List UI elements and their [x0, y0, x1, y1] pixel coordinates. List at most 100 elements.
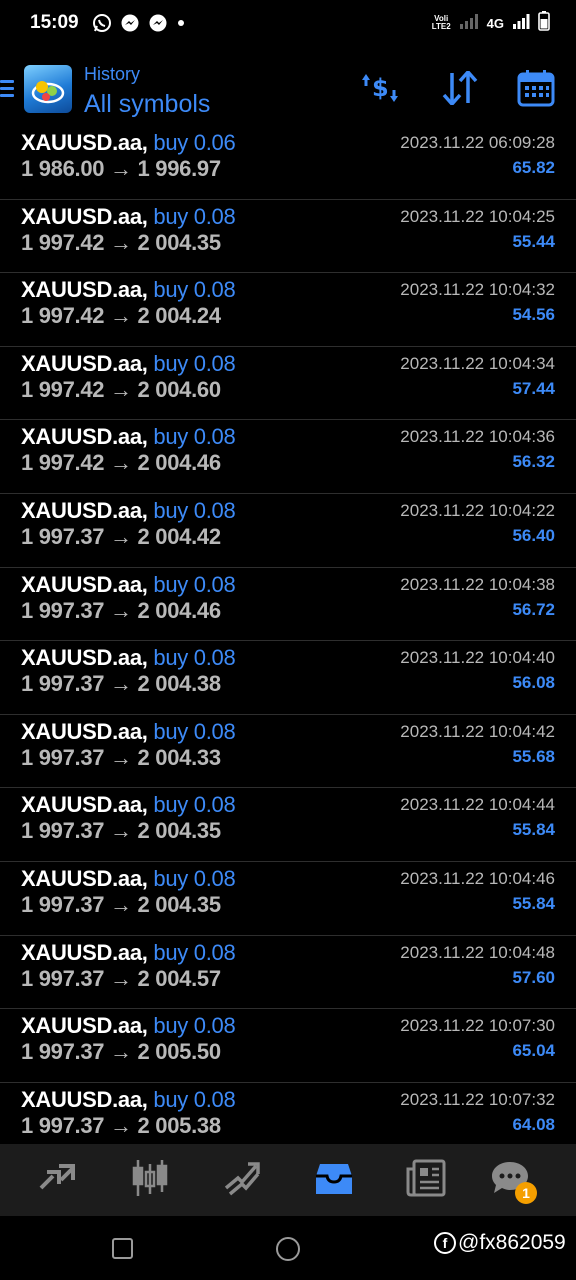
trade-row[interactable]: XAUUSD.aa, buy 0.08 1 997.37 → 2 004.33 20…: [0, 715, 576, 789]
chart-icon: [130, 1158, 170, 1203]
trade-profit: 55.84: [512, 820, 555, 840]
trade-row[interactable]: XAUUSD.aa, buy 0.08 1 997.37 → 2 004.57 20…: [0, 936, 576, 1010]
calendar-button[interactable]: [516, 69, 556, 110]
trade-side: buy 0.08: [153, 792, 236, 818]
trade-prices: 1 997.37 → 2 004.57: [21, 965, 221, 991]
trade-time: 2023.11.22 10:04:32: [400, 280, 555, 300]
trade-prices: 1 997.37 → 2 004.33: [21, 744, 221, 770]
trade-time: 2023.11.22 10:04:36: [400, 427, 555, 447]
trade-symbol: XAUUSD.aa, buy 0.08: [21, 792, 236, 818]
messenger-icon: [148, 13, 168, 33]
trade-row[interactable]: XAUUSD.aa, buy 0.08 1 997.37 → 2 004.35 20…: [0, 788, 576, 862]
trade-profit: 56.72: [512, 599, 555, 619]
trade-time: 2023.11.22 10:04:34: [400, 353, 555, 373]
symbol-name: XAUUSD.aa,: [21, 1086, 148, 1112]
trade-prices: 1 997.37 → 2 005.50: [21, 1039, 221, 1065]
symbol-name: XAUUSD.aa,: [21, 645, 148, 671]
trade-side: buy 0.08: [153, 1013, 236, 1039]
bottom-nav: 1: [0, 1144, 576, 1216]
symbol-name: XAUUSD.aa,: [21, 498, 148, 523]
trade-row[interactable]: XAUUSD.aa, buy 0.08 1 997.37 → 2 005.50 20…: [0, 1009, 576, 1083]
trade-side: buy 0.08: [153, 866, 236, 891]
nav-history[interactable]: [311, 1158, 357, 1202]
trade-prices: 1 997.37 → 2 004.35: [21, 892, 221, 917]
trade-symbol: XAUUSD.aa, buy 0.06: [21, 130, 236, 156]
symbol-name: XAUUSD.aa,: [21, 939, 148, 965]
battery-icon: [538, 10, 550, 36]
network-label: 4G: [486, 15, 504, 31]
trade-row[interactable]: XAUUSD.aa, buy 0.08 1 997.37 → 2 005.38 20…: [0, 1083, 576, 1144]
app-logo: [24, 65, 72, 113]
trade-time: 2023.11.22 10:04:25: [400, 206, 555, 226]
nav-trade[interactable]: [219, 1158, 265, 1202]
messenger-icon: [120, 13, 140, 33]
trade-row[interactable]: XAUUSD.aa, buy 0.08 1 997.42 → 2 004.46 20…: [0, 420, 576, 494]
trade-time: 2023.11.22 10:04:46: [400, 869, 555, 888]
trade-row[interactable]: XAUUSD.aa, buy 0.08 1 997.37 → 2 004.42 20…: [0, 494, 576, 568]
dot-icon: [176, 18, 186, 28]
watermark-handle: @fx862059: [458, 1231, 566, 1254]
trade-symbol: XAUUSD.aa, buy 0.08: [21, 203, 236, 230]
history-icon: [314, 1160, 354, 1201]
trade-profit: 54.56: [512, 305, 555, 325]
trade-side: buy 0.08: [153, 939, 236, 965]
trade-symbol: XAUUSD.aa, buy 0.08: [21, 1013, 236, 1039]
trade-symbol: XAUUSD.aa, buy 0.08: [21, 718, 236, 745]
recent-apps-button[interactable]: [112, 1238, 133, 1259]
trade-profit: 56.32: [512, 452, 555, 472]
symbol-name: XAUUSD.aa,: [21, 792, 148, 818]
trade-symbol: XAUUSD.aa, buy 0.08: [21, 1086, 236, 1113]
symbol-name: XAUUSD.aa,: [21, 350, 148, 376]
trade-time: 2023.11.22 10:04:48: [400, 942, 555, 962]
trade-row[interactable]: XAUUSD.aa, buy 0.06 1 986.00 → 1 996.97 20…: [0, 126, 576, 200]
trade-row[interactable]: XAUUSD.aa, buy 0.08 1 997.37 → 2 004.35 20…: [0, 862, 576, 936]
trade-side: buy 0.08: [153, 718, 236, 744]
trade-profit: 65.04: [512, 1041, 555, 1061]
trade-row[interactable]: XAUUSD.aa, buy 0.08 1 997.42 → 2 004.35 20…: [0, 200, 576, 274]
volte-label: Voli LTE2: [431, 14, 451, 31]
currency-swap-icon: $: [360, 70, 400, 111]
trade-prices: 1 997.37 → 2 004.46: [21, 597, 221, 623]
page-subtitle: History: [84, 64, 141, 84]
trade-symbol: XAUUSD.aa, buy 0.08: [21, 350, 236, 377]
trade-side: buy 0.08: [153, 1086, 236, 1112]
status-bar: 15:09 Voli LTE2 4G: [0, 0, 576, 48]
trade-time: 2023.11.22 10:04:40: [400, 648, 555, 668]
sort-button[interactable]: [440, 68, 480, 110]
watermark: f @fx862059: [434, 1231, 566, 1255]
menu-icon[interactable]: [0, 80, 14, 98]
nav-chart[interactable]: [127, 1158, 173, 1202]
trade-side: buy 0.08: [153, 645, 236, 671]
home-button[interactable]: [276, 1237, 300, 1261]
trade-time: 2023.11.22 10:04:22: [400, 501, 555, 520]
trade-profit: 65.82: [512, 158, 555, 177]
page-title[interactable]: All symbols: [84, 90, 210, 119]
trade-time: 2023.11.22 10:04:44: [400, 795, 555, 815]
news-icon: [406, 1159, 446, 1202]
trade-prices: 1 997.42 → 2 004.46: [21, 450, 221, 476]
trade-time: 2023.11.22 10:07:30: [400, 1016, 555, 1036]
trade-profit: 64.08: [512, 1114, 555, 1134]
trade-row[interactable]: XAUUSD.aa, buy 0.08 1 997.37 → 2 004.38 20…: [0, 641, 576, 715]
trade-profit: 57.60: [512, 967, 555, 987]
currency-swap-button[interactable]: $: [360, 70, 400, 110]
symbol-name: XAUUSD.aa,: [21, 571, 148, 597]
trade-row[interactable]: XAUUSD.aa, buy 0.08 1 997.37 → 2 004.46 20…: [0, 568, 576, 642]
trade-row[interactable]: XAUUSD.aa, buy 0.08 1 997.42 → 2 004.60 20…: [0, 347, 576, 421]
nav-chat[interactable]: 1: [487, 1158, 537, 1204]
symbol-name: XAUUSD.aa,: [21, 130, 148, 155]
trade-prices: 1 986.00 → 1 996.97: [21, 156, 221, 181]
notification-icons: [92, 12, 186, 34]
quotes-icon: [37, 1158, 77, 1203]
nav-news[interactable]: [403, 1158, 449, 1202]
trade-row[interactable]: XAUUSD.aa, buy 0.08 1 997.42 → 2 004.24 20…: [0, 273, 576, 347]
nav-quotes[interactable]: [34, 1158, 80, 1202]
symbol-name: XAUUSD.aa,: [21, 866, 148, 891]
trade-prices: 1 997.42 → 2 004.24: [21, 303, 221, 329]
system-nav-bar: f @fx862059: [0, 1216, 576, 1280]
trade-side: buy 0.06: [153, 130, 236, 155]
trade-prices: 1 997.42 → 2 004.35: [21, 229, 221, 255]
trade-history-list[interactable]: XAUUSD.aa, buy 0.06 1 986.00 → 1 996.97 20…: [0, 126, 576, 1144]
trade-time: 2023.11.22 06:09:28: [400, 133, 555, 152]
symbol-name: XAUUSD.aa,: [21, 203, 148, 229]
